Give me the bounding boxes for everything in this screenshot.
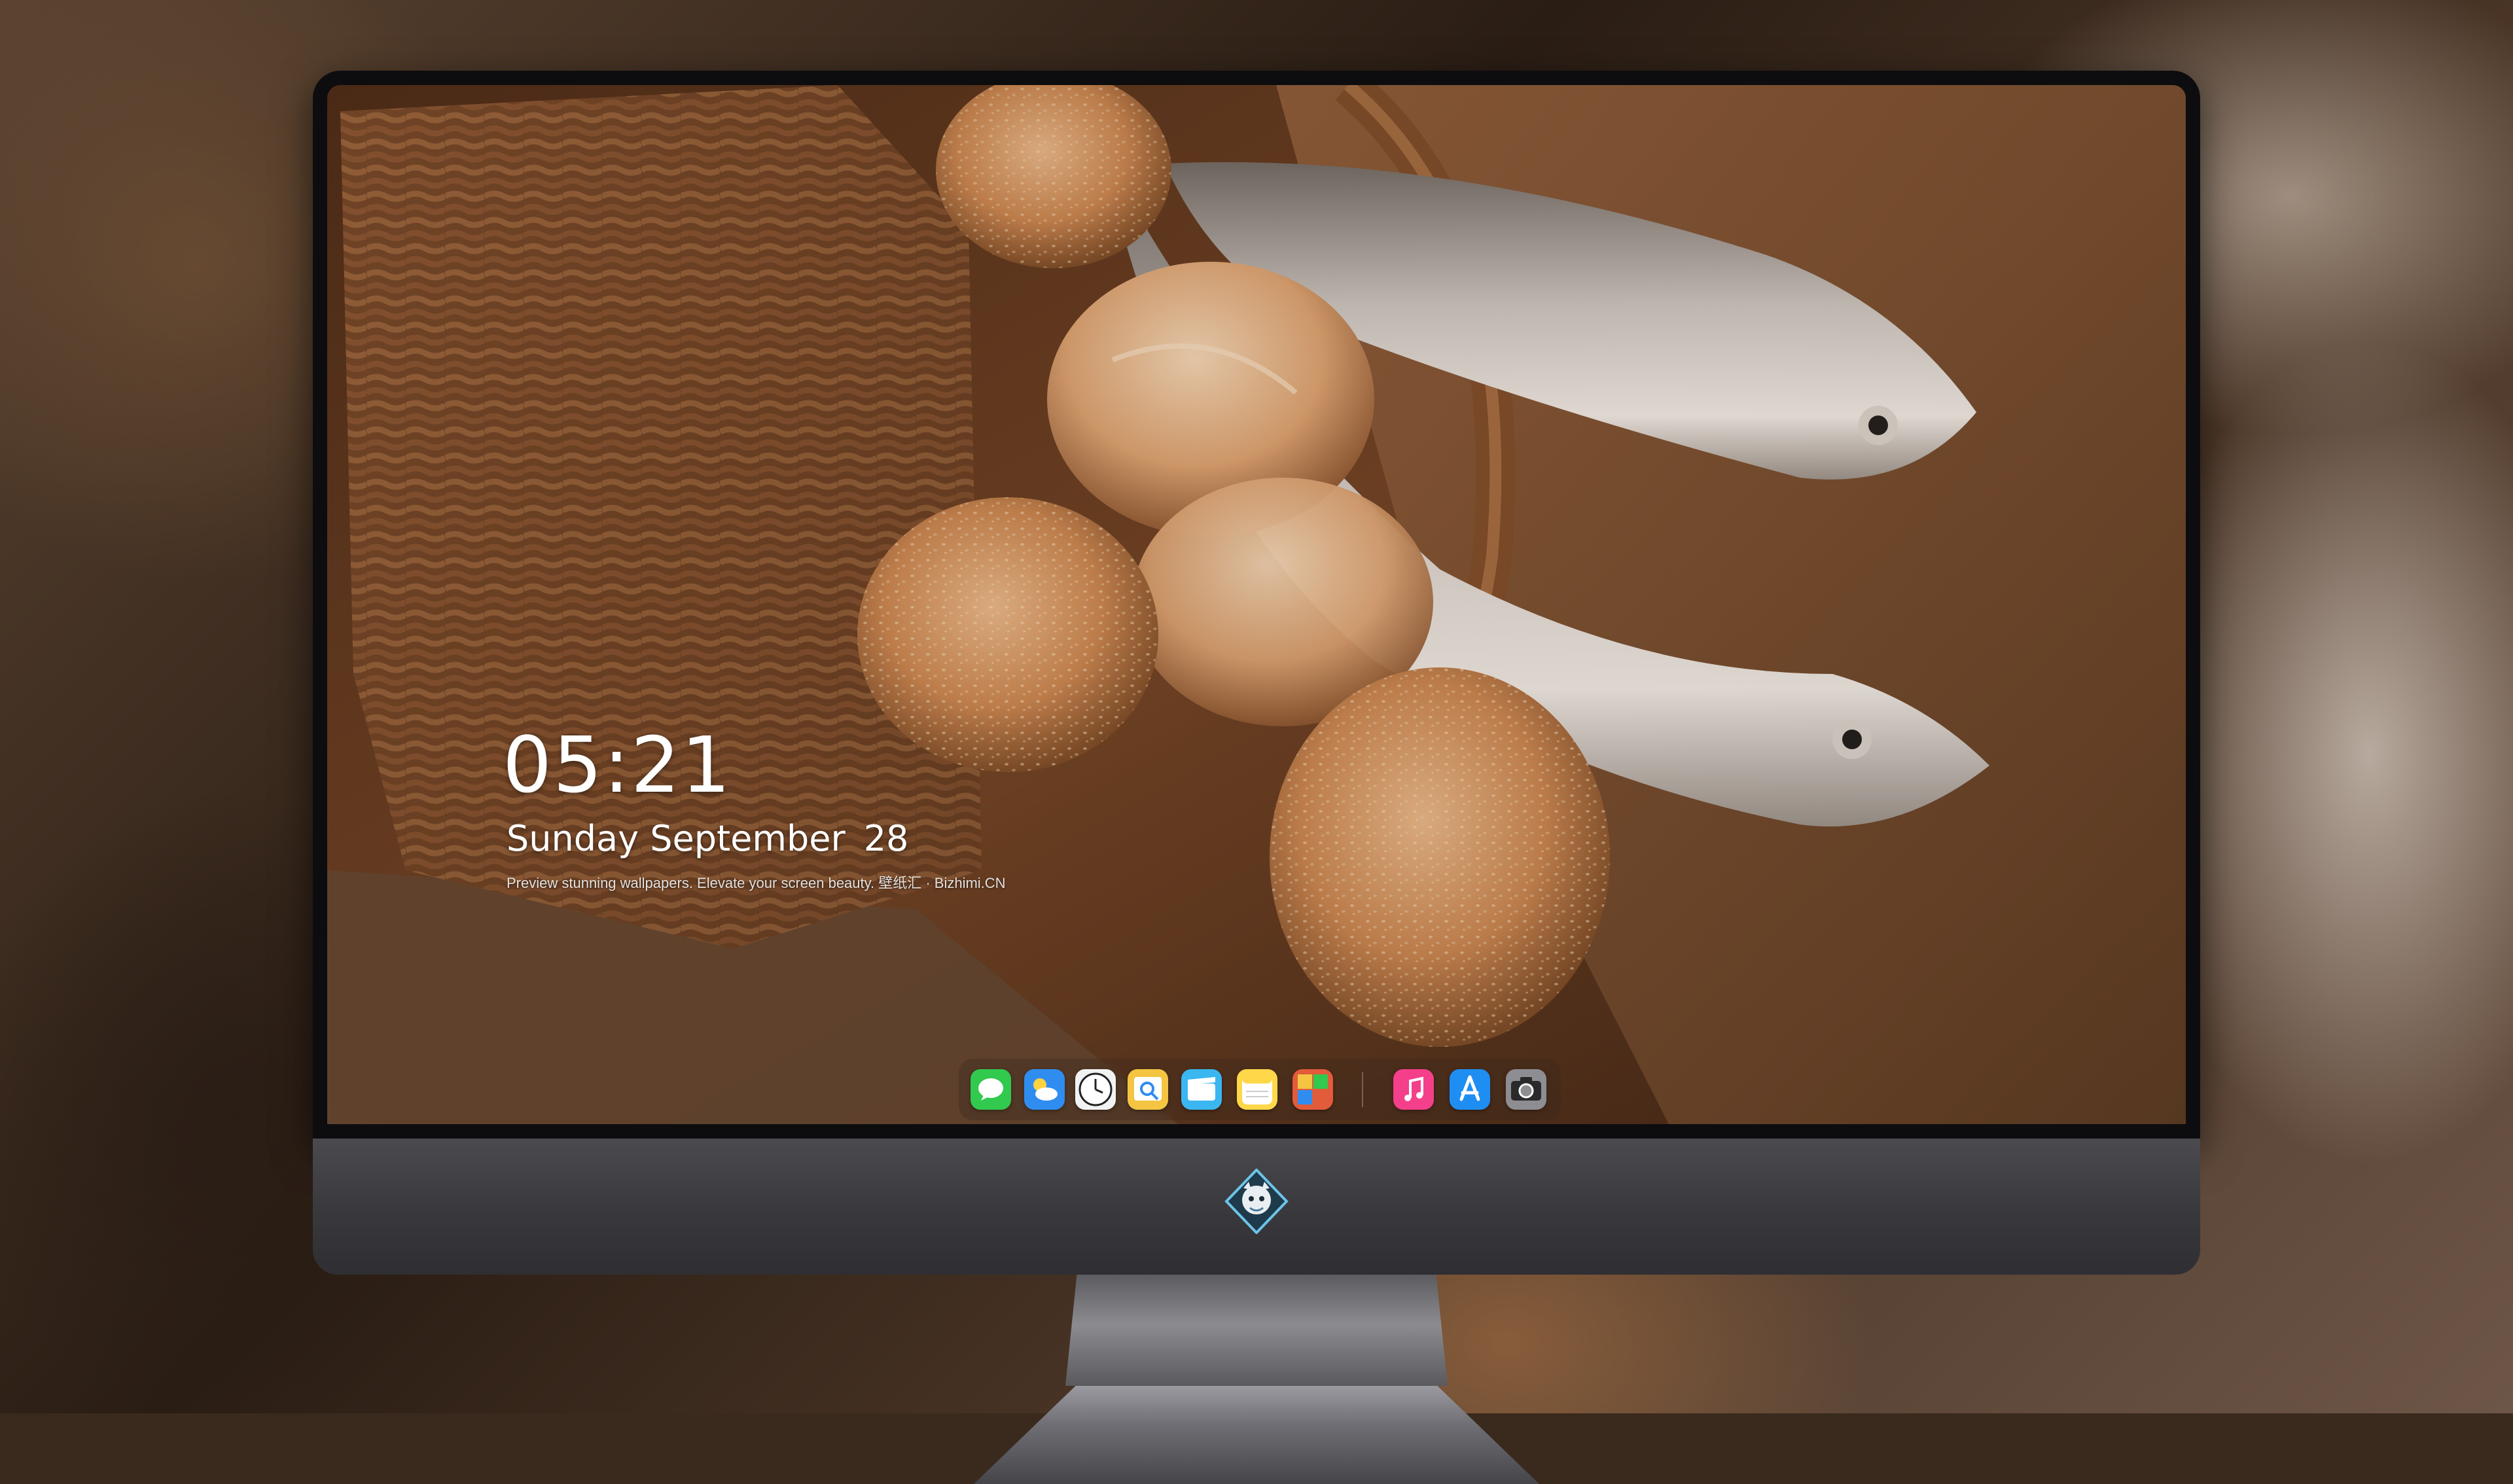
wallpaper [327, 85, 2186, 1124]
screen: 05:21 Sunday September 28 Preview stunnin… [327, 85, 2186, 1124]
notes-icon-glyph [1242, 1074, 1272, 1104]
photo-booth-icon-glyph [1298, 1074, 1328, 1104]
camera-icon-glyph [1511, 1077, 1541, 1101]
date-day: 28 [863, 818, 909, 859]
weather-icon-glyph [1033, 1078, 1058, 1101]
clips-icon[interactable] [1181, 1069, 1222, 1110]
lockscreen-date: Sunday September 28 [507, 818, 908, 859]
music-icon-glyph [1404, 1076, 1423, 1101]
weather-icon[interactable] [1024, 1069, 1065, 1110]
dock [959, 1059, 1561, 1120]
monitor: 05:21 Sunday September 28 Preview stunnin… [313, 71, 2200, 1484]
clock-icon[interactable] [1075, 1069, 1116, 1110]
preview-icon-glyph [1134, 1077, 1162, 1101]
monitor-stand-neck [1065, 1275, 1448, 1386]
preview-icon[interactable] [1128, 1069, 1168, 1110]
mascot-logo-icon [1224, 1169, 1289, 1234]
date-weekday-month: Sunday September [507, 818, 846, 859]
messages-icon[interactable] [971, 1069, 1011, 1110]
notes-icon[interactable] [1237, 1069, 1277, 1110]
app-store-icon-glyph [1459, 1075, 1480, 1101]
clock-icon-glyph [1078, 1072, 1113, 1106]
camera-icon[interactable] [1506, 1069, 1546, 1110]
music-icon[interactable] [1393, 1069, 1434, 1110]
photo-booth-icon[interactable] [1292, 1069, 1333, 1110]
clips-icon-glyph [1188, 1077, 1215, 1101]
dock-separator [1362, 1072, 1363, 1107]
monitor-chin [313, 1139, 2200, 1275]
messages-icon-glyph [978, 1078, 1003, 1101]
monitor-bezel: 05:21 Sunday September 28 Preview stunnin… [313, 71, 2200, 1139]
app-store-icon[interactable] [1450, 1069, 1490, 1110]
wallpaper-caption: Preview stunning wallpapers. Elevate you… [507, 875, 1006, 891]
clock-time: 05:21 [503, 720, 732, 810]
